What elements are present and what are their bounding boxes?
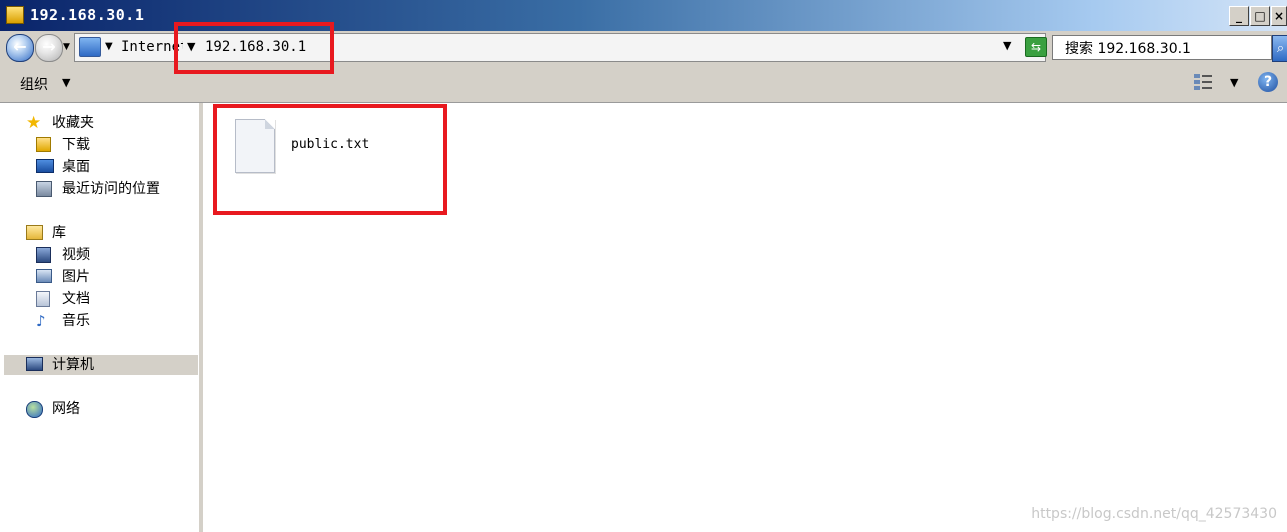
search-icon[interactable]: ⌕ <box>1272 35 1287 62</box>
nav-libraries-label: 库 <box>52 225 66 241</box>
nav-item-recent[interactable]: 最近访问的位置 <box>36 179 196 199</box>
minimize-button[interactable]: _ <box>1229 6 1249 26</box>
maximize-button[interactable]: □ <box>1250 6 1270 26</box>
nav-computer[interactable]: 计算机 <box>4 355 198 375</box>
search-input[interactable]: 搜索 192.168.30.1 <box>1052 35 1272 60</box>
view-options-icon[interactable] <box>1194 74 1212 90</box>
music-icon: ♪ <box>36 312 46 330</box>
back-button[interactable]: ← <box>6 34 34 62</box>
nav-item-label: 下载 <box>62 137 90 153</box>
watermark: https://blog.csdn.net/qq_42573430 <box>1031 506 1277 522</box>
nav-item-desktop[interactable]: 桌面 <box>36 157 196 177</box>
search-placeholder: 搜索 192.168.30.1 <box>1065 41 1191 57</box>
nav-favorites[interactable]: ★ 收藏夹 <box>26 113 196 133</box>
highlight-file-box <box>213 104 447 215</box>
nav-item-label: 视频 <box>62 247 90 263</box>
view-dropdown-icon[interactable]: ▼ <box>1230 76 1238 89</box>
network-globe-icon <box>26 401 43 418</box>
refresh-button[interactable]: ⇆ <box>1025 37 1047 57</box>
nav-item-documents[interactable]: 文档 <box>36 289 196 309</box>
window-title: 192.168.30.1 <box>30 6 145 24</box>
library-folder-icon <box>26 225 43 240</box>
pictures-icon <box>36 269 52 283</box>
close-button[interactable]: × <box>1271 6 1287 26</box>
window-icon <box>6 6 24 24</box>
nav-item-label: 图片 <box>62 269 90 285</box>
desktop-icon <box>36 159 54 173</box>
nav-item-label: 桌面 <box>62 159 90 175</box>
nav-libraries[interactable]: 库 <box>26 223 196 243</box>
navigation-pane: ★ 收藏夹 下载 桌面 最近访问的位置 库 视频 图片 文档 ♪ 音乐 计算机 <box>0 103 200 532</box>
help-icon[interactable]: ? <box>1258 72 1278 92</box>
star-icon: ★ <box>26 113 42 133</box>
nav-network[interactable]: 网络 <box>26 399 196 419</box>
recent-places-icon <box>36 181 52 197</box>
nav-item-label: 文档 <box>62 291 90 307</box>
nav-item-video[interactable]: 视频 <box>36 245 196 265</box>
download-folder-icon <box>36 137 51 152</box>
organize-button[interactable]: 组织 <box>20 74 48 94</box>
history-dropdown-icon[interactable]: ▼ <box>63 42 70 52</box>
organize-dropdown-icon[interactable]: ▼ <box>62 76 70 89</box>
location-dropdown-icon[interactable]: ▼ <box>105 40 117 54</box>
highlight-address-box <box>174 22 334 74</box>
nav-network-label: 网络 <box>52 401 80 417</box>
nav-computer-label: 计算机 <box>52 357 94 373</box>
nav-item-pictures[interactable]: 图片 <box>36 267 196 287</box>
documents-icon <box>36 291 50 307</box>
forward-button[interactable]: → <box>35 34 63 62</box>
nav-favorites-label: 收藏夹 <box>52 115 94 131</box>
network-location-icon <box>79 37 101 57</box>
nav-item-download[interactable]: 下载 <box>36 135 196 155</box>
nav-item-label: 音乐 <box>62 313 90 329</box>
nav-item-music[interactable]: ♪ 音乐 <box>36 311 196 331</box>
nav-item-label: 最近访问的位置 <box>62 181 160 197</box>
address-dropdown-icon[interactable]: ▼ <box>1003 39 1011 52</box>
computer-icon <box>26 357 43 371</box>
video-icon <box>36 247 51 263</box>
